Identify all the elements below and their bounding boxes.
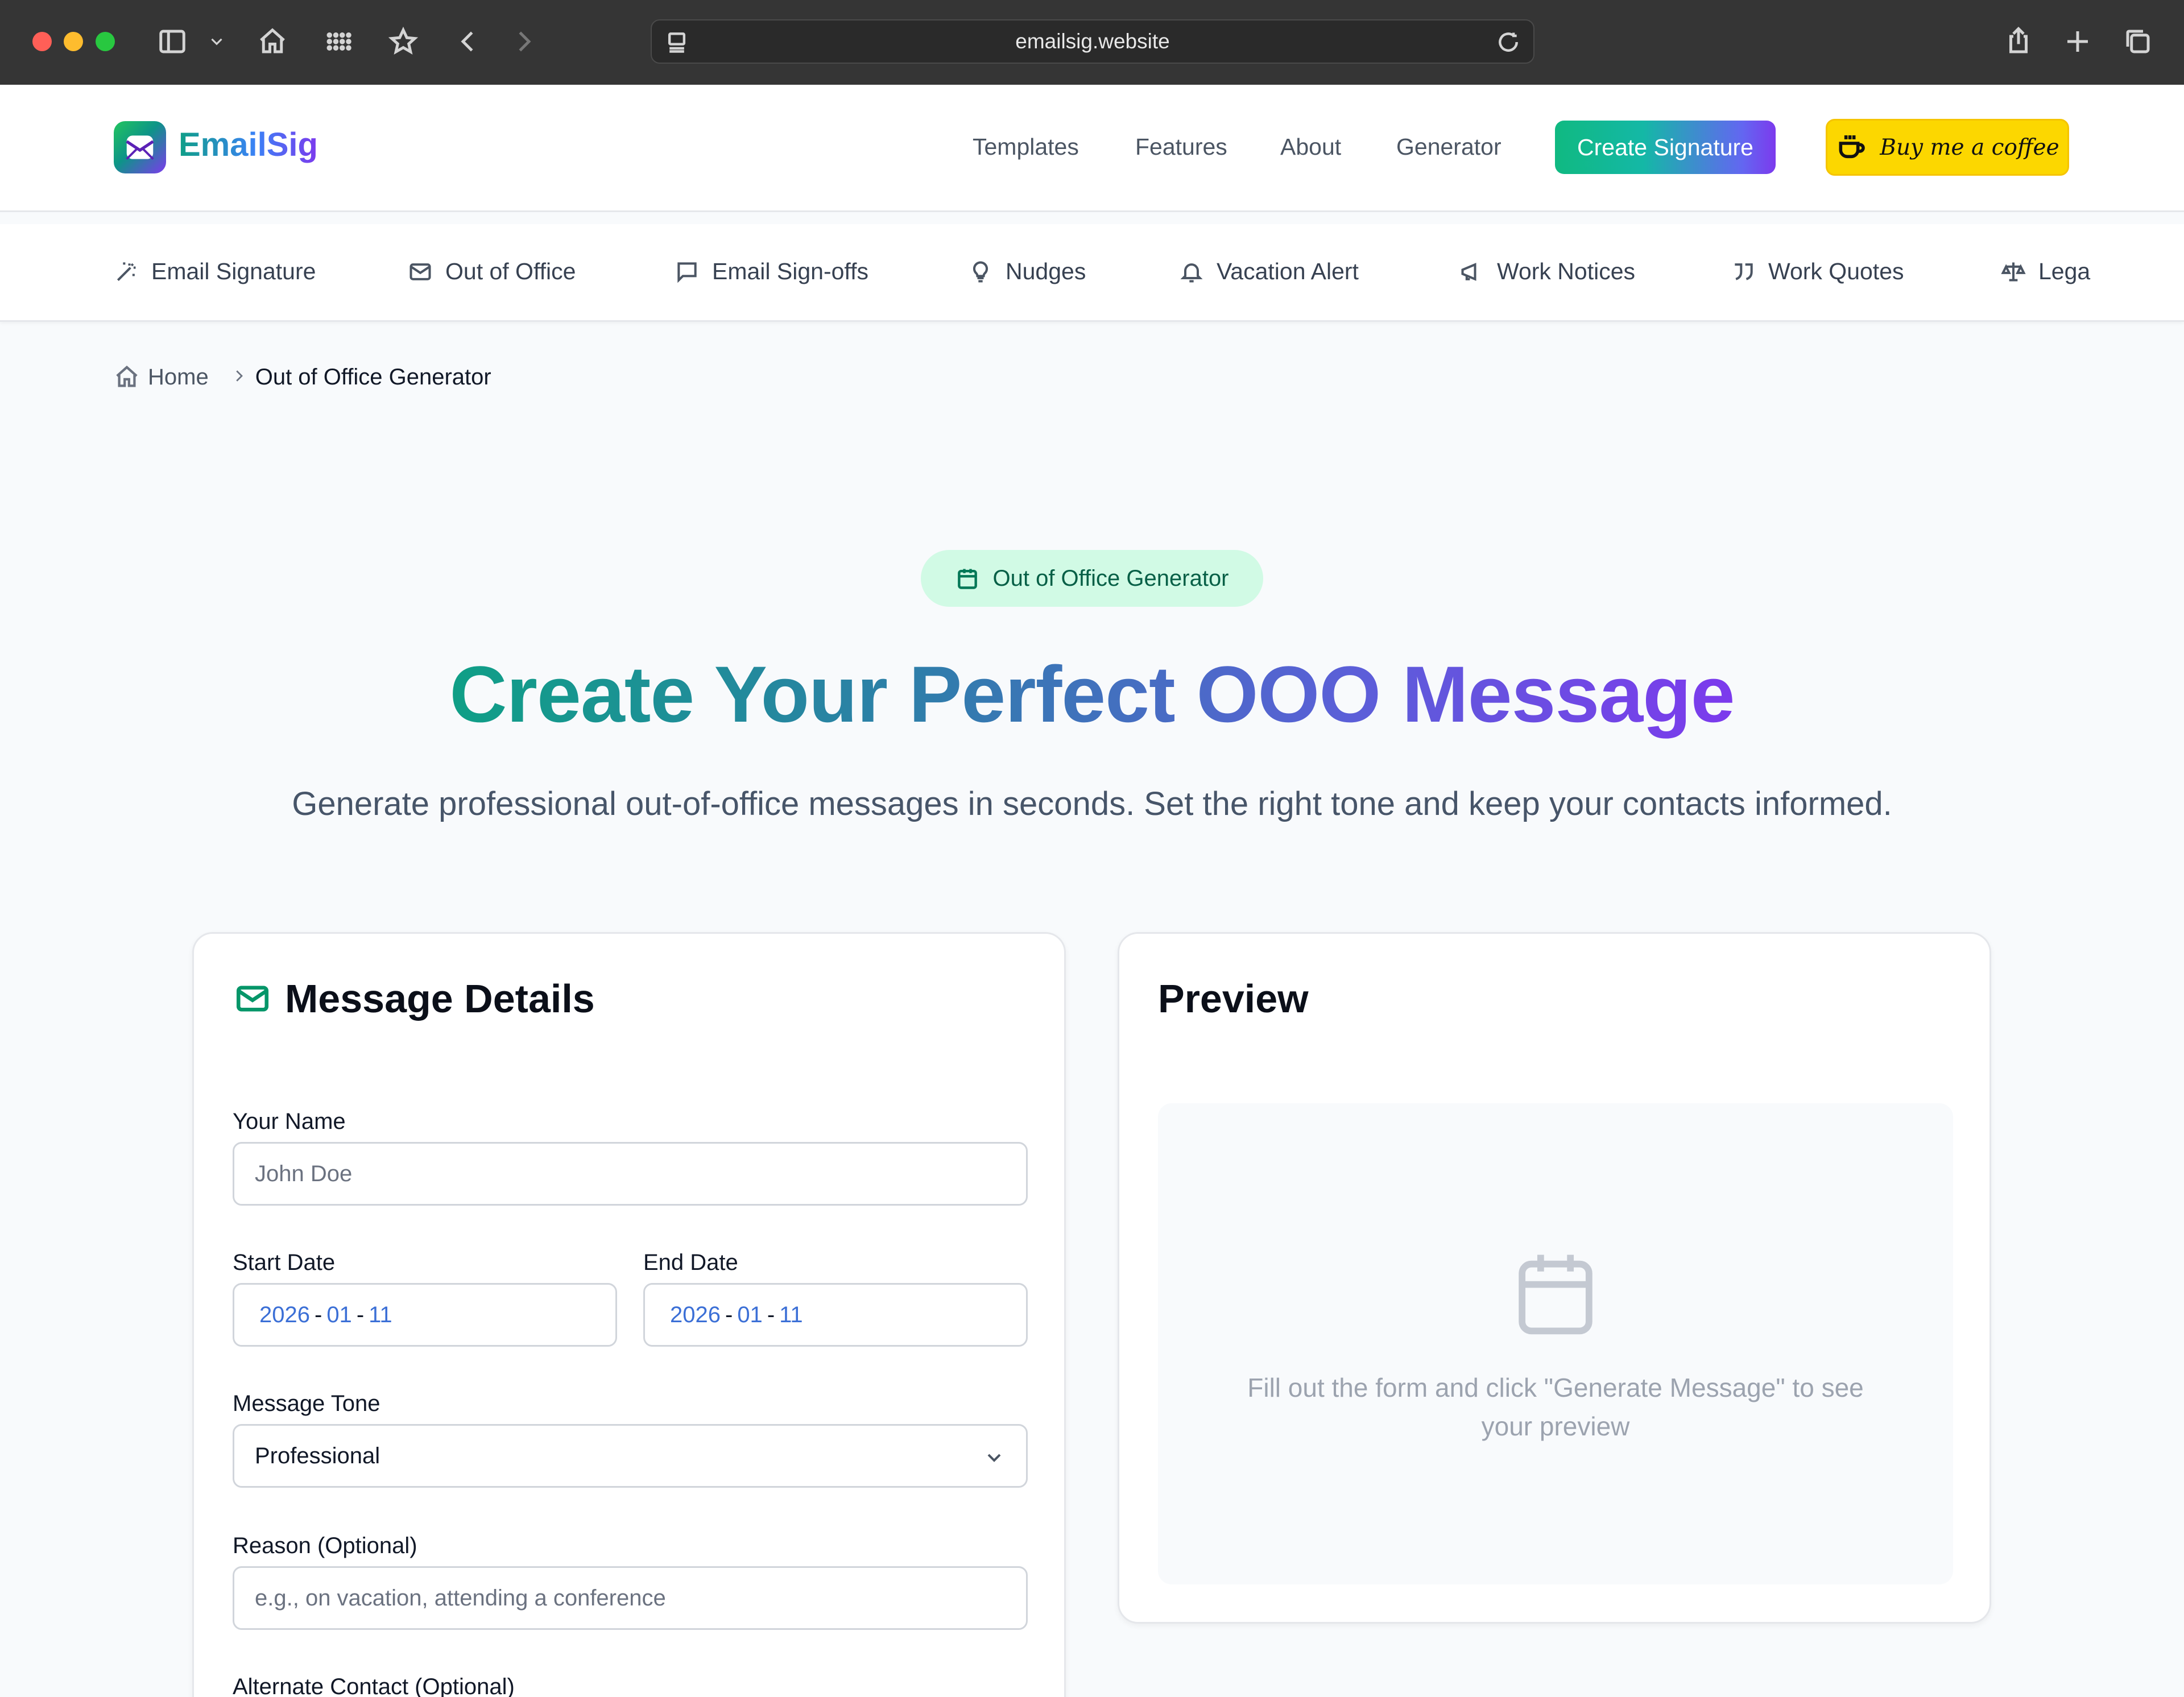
preview-empty-text: Fill out the form and click "Generate Me…	[1247, 1373, 1864, 1441]
wand-icon	[117, 262, 136, 281]
grid-icon[interactable]	[320, 23, 357, 60]
subnav-email-sign-offs[interactable]: Email Sign-offs	[675, 258, 868, 285]
start-date-input[interactable]: 2026-01-11	[233, 1283, 617, 1347]
zoom-window-button[interactable]	[96, 32, 115, 51]
tab-overview-icon[interactable]	[2119, 23, 2157, 60]
share-icon[interactable]	[2000, 23, 2037, 60]
breadcrumb: Home Out of Office Generator	[114, 364, 491, 390]
chevron-right-icon	[230, 367, 247, 387]
buy-me-a-coffee-button[interactable]: Buy me a coffee	[1826, 119, 2069, 176]
subnav-nudges[interactable]: Nudges	[968, 258, 1086, 285]
home-icon[interactable]	[254, 23, 291, 60]
lightbulb-icon	[973, 260, 988, 283]
mail-icon	[236, 986, 269, 1012]
tool-nav: Email Signature Out of Office Email Sign…	[0, 224, 2184, 322]
end-date-label: End Date	[643, 1250, 738, 1275]
calendar-icon	[1510, 1245, 1601, 1342]
preview-card: Preview Fill out the form and click "Gen…	[1118, 932, 1991, 1624]
end-date-input[interactable]: 2026-01-11	[643, 1283, 1028, 1347]
nav-about[interactable]: About	[1280, 134, 1341, 160]
subnav-out-of-office[interactable]: Out of Office	[408, 258, 576, 285]
breadcrumb-home[interactable]: Home	[148, 365, 209, 390]
site-header: EmailSig Templates Features About Genera…	[0, 85, 2184, 212]
page-title: Create Your Perfect OOO Message	[449, 649, 1735, 739]
close-window-button[interactable]	[32, 32, 52, 51]
message-icon	[677, 262, 697, 283]
minimize-window-button[interactable]	[64, 32, 83, 51]
logo-text[interactable]: EmailSig	[179, 126, 318, 164]
hero-badge: Out of Office Generator	[921, 550, 1263, 607]
quote-icon	[1735, 263, 1753, 280]
coffee-label: Buy me a coffee	[1880, 134, 2059, 160]
site-settings-icon[interactable]	[664, 30, 689, 55]
back-icon[interactable]	[449, 23, 487, 60]
name-label: Your Name	[233, 1109, 346, 1134]
page-subtitle: Generate professional out-of-office mess…	[292, 785, 1892, 822]
mail-icon	[410, 263, 431, 280]
bell-icon	[1180, 263, 1203, 283]
preview-area: Fill out the form and click "Generate Me…	[1158, 1103, 1953, 1584]
coffee-cup-icon	[1839, 135, 1866, 159]
reason-input[interactable]	[255, 1585, 1026, 1611]
star-icon[interactable]	[384, 23, 422, 60]
start-date-label: Start Date	[233, 1250, 336, 1275]
home-icon[interactable]	[114, 364, 140, 390]
nav-generator[interactable]: Generator	[1396, 134, 1502, 160]
new-tab-icon[interactable]	[2059, 23, 2096, 60]
sidebar-toggle-icon[interactable]	[154, 23, 191, 60]
reload-icon[interactable]	[1496, 30, 1521, 55]
breadcrumb-current: Out of Office Generator	[255, 364, 491, 390]
subnav-email-signature[interactable]: Email Signature	[114, 258, 316, 285]
alternate-contact-label: Alternate Contact (Optional)	[233, 1674, 515, 1697]
browser-toolbar: emailsig.website	[0, 0, 2184, 85]
subnav-legal[interactable]: Lega	[2001, 258, 2090, 285]
nav-features[interactable]: Features	[1135, 134, 1227, 160]
logo-icon[interactable]	[114, 121, 166, 173]
megaphone-icon	[1461, 262, 1476, 281]
subnav-work-quotes[interactable]: Work Quotes	[1731, 258, 1904, 285]
subnav-vacation-alert[interactable]: Vacation Alert	[1179, 258, 1359, 285]
subnav-work-notices[interactable]: Work Notices	[1459, 258, 1635, 285]
chevron-down-icon	[983, 1446, 1006, 1469]
create-signature-button[interactable]: Create Signature	[1555, 121, 1776, 174]
chevron-down-icon[interactable]	[198, 23, 235, 60]
name-field[interactable]	[233, 1142, 1028, 1206]
url-text: emailsig.website	[1015, 30, 1170, 53]
name-input[interactable]	[255, 1161, 1026, 1187]
reason-label: Reason (Optional)	[233, 1533, 417, 1558]
message-details-card: Message Details Your Name Start Date 202…	[192, 932, 1066, 1697]
calendar-icon	[958, 569, 978, 589]
preview-heading: Preview	[1158, 976, 1309, 1021]
tone-select[interactable]: Professional	[233, 1424, 1028, 1488]
tone-label: Message Tone	[233, 1391, 380, 1416]
scale-icon	[2001, 262, 2026, 282]
forward-icon[interactable]	[505, 23, 543, 60]
message-details-heading: Message Details	[234, 976, 595, 1021]
nav-templates[interactable]: Templates	[973, 134, 1079, 160]
address-bar[interactable]: emailsig.website	[651, 19, 1534, 64]
reason-field[interactable]	[233, 1566, 1028, 1630]
